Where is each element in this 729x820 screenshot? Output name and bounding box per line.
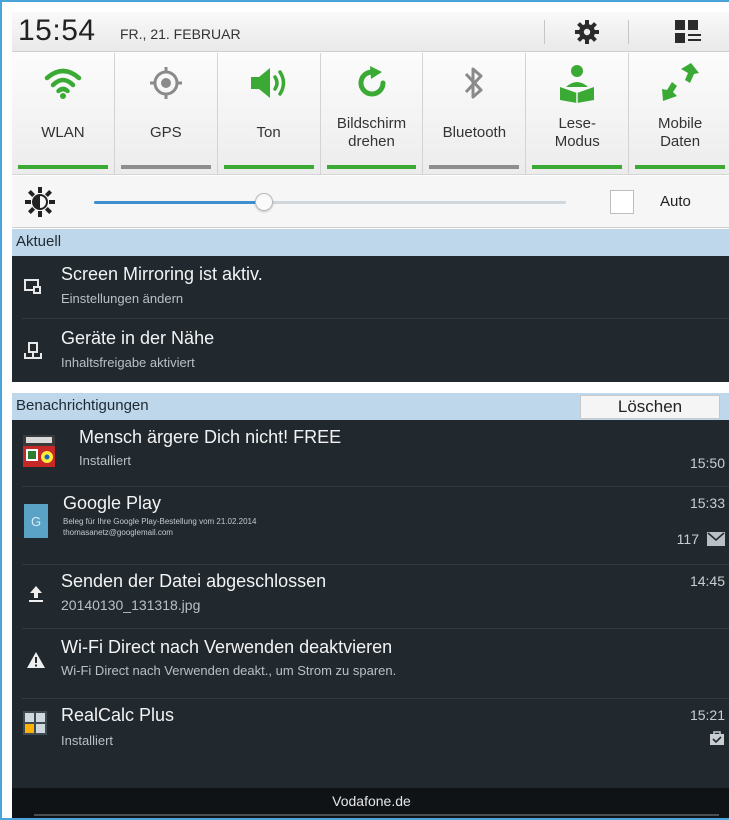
screen-mirroring-icon: [22, 276, 44, 298]
calculator-app-icon: [22, 710, 48, 736]
date: FR., 21. FEBRUAR: [120, 26, 241, 42]
notification-title: Wi-Fi Direct nach Verwenden deaktvieren: [61, 637, 393, 657]
quick-settings: WLAN GPS Ton Bildschirm drehen Bluetooth…: [12, 53, 729, 175]
gear-icon[interactable]: [569, 16, 605, 48]
list-item[interactable]: Mensch ärgere Dich nicht! FREE Installie…: [12, 420, 729, 486]
upload-icon: [26, 584, 46, 604]
notification-panel: 15:54 FR., 21. FEBRUAR WLAN GPS Ton Bild…: [12, 12, 729, 818]
auto-brightness-label: Auto: [660, 193, 691, 210]
notification-time: 15:21: [689, 707, 725, 723]
speaker-icon: [218, 61, 320, 105]
toggle-wlan[interactable]: WLAN: [12, 53, 115, 174]
divider: [22, 628, 729, 629]
gps-icon: [115, 61, 217, 105]
brightness-icon: [24, 186, 56, 218]
notifications-section-header: Benachrichtigungen Löschen: [12, 393, 729, 420]
toggle-mobile-data[interactable]: Mobile Daten: [629, 53, 729, 174]
toggle-label: Bluetooth: [442, 124, 507, 141]
toggle-state-bar: [326, 165, 417, 169]
reading-mode-icon: [526, 61, 628, 105]
brightness-row: Auto: [12, 176, 729, 228]
list-item[interactable]: RealCalc Plus Installiert 15:21: [12, 700, 729, 766]
toggle-state-bar: [18, 165, 108, 169]
shopping-bag-icon: [709, 730, 725, 746]
brightness-slider-thumb[interactable]: [254, 193, 273, 211]
toggle-label: WLAN: [41, 124, 85, 141]
divider: [22, 698, 729, 699]
brightness-slider[interactable]: [94, 193, 566, 211]
toggle-gps[interactable]: GPS: [115, 53, 218, 174]
drag-handle[interactable]: [34, 814, 719, 816]
toggle-state-bar: [635, 165, 726, 169]
game-app-icon: [22, 434, 56, 468]
clock: 15:54: [18, 14, 96, 47]
notification-subtitle: Installiert: [61, 733, 114, 748]
rotate-icon: [321, 61, 423, 105]
toggle-state-bar: [429, 165, 520, 169]
notification-title: Google Play: [63, 493, 162, 513]
list-item[interactable]: Screen Mirroring ist aktiv. Einstellunge…: [12, 256, 729, 316]
toggle-state-bar: [120, 165, 211, 169]
quick-panel-grid-icon[interactable]: [670, 16, 706, 48]
divider: [628, 20, 629, 44]
notification-time: 14:45: [689, 573, 725, 589]
nearby-devices-icon: [22, 340, 44, 362]
ongoing-list: Screen Mirroring ist aktiv. Einstellunge…: [12, 256, 729, 382]
notification-subtitle: Wi-Fi Direct nach Verwenden deakt., um S…: [61, 663, 397, 678]
app-icon-letter: G: [30, 513, 42, 529]
notification-panel-frame: 15:54 FR., 21. FEBRUAR WLAN GPS Ton Bild…: [0, 0, 729, 820]
notification-subtitle: 20140130_131318.jpg: [61, 597, 201, 613]
list-item[interactable]: Wi-Fi Direct nach Verwenden deaktvieren …: [12, 630, 729, 696]
toggle-label: Lese- Modus: [554, 115, 600, 150]
notification-title: Mensch ärgere Dich nicht! FREE: [79, 427, 342, 447]
notification-account: thomasanetz@googlemail.com: [63, 528, 173, 537]
divider: [22, 564, 729, 565]
warning-icon: [25, 650, 47, 670]
toggle-reading-mode[interactable]: Lese- Modus: [526, 53, 630, 174]
wifi-icon: [12, 61, 114, 105]
list-item[interactable]: Senden der Datei abgeschlossen 20140130_…: [12, 566, 729, 626]
notification-time: 15:50: [689, 455, 725, 471]
notification-subtitle: Installiert: [79, 453, 132, 468]
notification-time: 15:33: [689, 495, 725, 511]
brightness-slider-fill: [94, 201, 264, 204]
notifications-list: Mensch ärgere Dich nicht! FREE Installie…: [12, 420, 729, 788]
bluetooth-icon: [423, 61, 525, 105]
toggle-label: GPS: [149, 124, 182, 141]
notification-title: Senden der Datei abgeschlossen: [61, 571, 327, 591]
ongoing-section-header: Aktuell: [12, 229, 729, 256]
notification-title: Screen Mirroring ist aktiv.: [61, 264, 263, 284]
divider: [22, 318, 729, 319]
mobile-data-icon: [629, 61, 729, 105]
status-bar: 15:54 FR., 21. FEBRUAR: [12, 12, 729, 52]
toggle-label: Ton: [256, 124, 281, 141]
list-item[interactable]: G Google Play Beleg für Ihre Google Play…: [12, 488, 729, 564]
notification-title: RealCalc Plus: [61, 705, 175, 725]
toggle-label: Bildschirm drehen: [336, 115, 407, 150]
clear-button[interactable]: Löschen: [580, 395, 720, 419]
gmail-app-icon: G: [24, 504, 48, 538]
notification-subtitle: Inhaltsfreigabe aktiviert: [61, 355, 195, 370]
toggle-label: Mobile Daten: [657, 115, 703, 150]
toggle-screen-rotation[interactable]: Bildschirm drehen: [321, 53, 424, 174]
notification-subtitle: Einstellungen ändern: [61, 291, 184, 306]
notification-title: Geräte in der Nähe: [61, 328, 215, 348]
notification-subtitle: Beleg für Ihre Google Play-Bestellung vo…: [63, 517, 257, 526]
unread-count: 117: [676, 531, 699, 547]
mail-icon: [707, 532, 725, 546]
auto-brightness-checkbox[interactable]: [610, 190, 634, 214]
notifications-header-label: Benachrichtigungen: [16, 397, 149, 414]
toggle-sound[interactable]: Ton: [218, 53, 321, 174]
toggle-state-bar: [532, 165, 623, 169]
divider: [544, 20, 545, 44]
carrier-bar: Vodafone.de: [12, 788, 729, 818]
list-item[interactable]: Geräte in der Nähe Inhaltsfreigabe aktiv…: [12, 320, 729, 382]
toggle-bluetooth[interactable]: Bluetooth: [423, 53, 527, 174]
divider: [22, 486, 729, 487]
carrier-name: Vodafone.de: [332, 793, 411, 809]
toggle-state-bar: [223, 165, 314, 169]
